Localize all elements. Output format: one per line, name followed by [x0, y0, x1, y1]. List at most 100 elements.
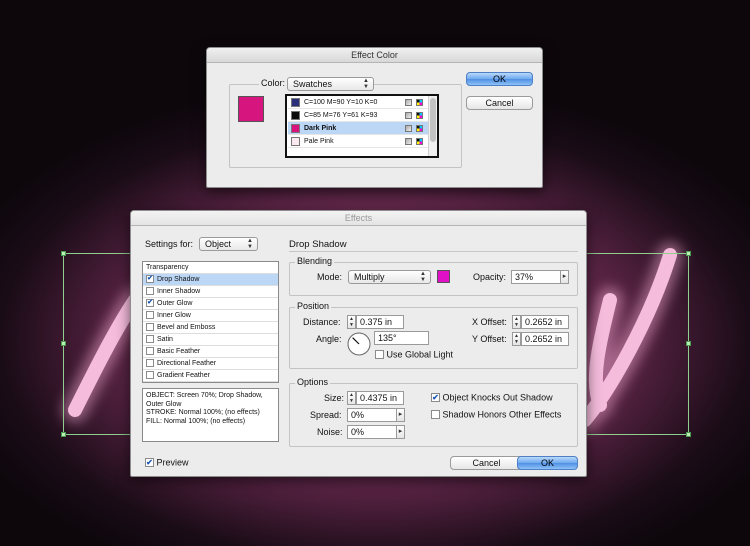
swatch-list-scrollbar[interactable]: [428, 96, 437, 156]
cmyk-mode-icon: [416, 125, 423, 132]
effect-check-icon[interactable]: [146, 347, 154, 356]
preview-check-icon: ✔: [145, 458, 154, 468]
distance-label: Distance:: [303, 317, 341, 327]
effects-list-item[interactable]: ✔ Outer Glow: [143, 298, 278, 310]
swatch-chip: [291, 98, 300, 107]
effect-label: Transparency: [146, 264, 189, 271]
knocks-out-label: Object Knocks Out Shadow: [442, 392, 553, 403]
swatch-name: C=85 M=76 Y=61 K=93: [304, 112, 378, 119]
honors-effects-label: Shadow Honors Other Effects: [442, 409, 562, 420]
effect-check-icon[interactable]: ✔: [146, 275, 154, 284]
color-label: Color:: [259, 78, 288, 88]
knocks-out-shadow-checkbox[interactable]: ✔ Object Knocks Out Shadow: [431, 392, 553, 403]
ok-button[interactable]: OK: [517, 456, 578, 470]
preview-checkbox[interactable]: ✔ Preview: [145, 457, 189, 468]
summary-line: OBJECT: Screen 70%; Drop Shadow,: [146, 392, 263, 399]
swatch-row[interactable]: Pale Pink: [288, 135, 428, 148]
shadow-color-swatch[interactable]: [437, 270, 450, 283]
y-offset-stepper-icon[interactable]: ▲ ▼: [512, 332, 521, 346]
distance-stepper-icon[interactable]: ▲ ▼: [347, 315, 356, 329]
swatch-name: Pale Pink: [304, 138, 334, 145]
swatch-row[interactable]: C=100 M=90 Y=10 K=0: [288, 96, 428, 109]
swatch-row[interactable]: Dark Pink: [288, 122, 428, 135]
angle-dial-icon[interactable]: [347, 332, 371, 356]
angle-label: Angle:: [316, 334, 342, 344]
section-title: Drop Shadow: [289, 239, 347, 250]
color-preview-swatch: [238, 96, 264, 122]
swatch-name: C=100 M=90 Y=10 K=0: [304, 99, 378, 106]
process-color-icon: [405, 99, 412, 106]
effects-list-item[interactable]: Gradient Feather: [143, 370, 278, 382]
noise-menu-arrow-icon[interactable]: ▸: [396, 425, 405, 439]
cmyk-mode-icon: [416, 99, 423, 106]
effects-list-item[interactable]: Basic Feather: [143, 346, 278, 358]
opacity-input[interactable]: 37%: [511, 270, 561, 284]
swatch-chip: [291, 111, 300, 120]
preview-label: Preview: [156, 457, 189, 468]
selection-handle[interactable]: [686, 432, 691, 437]
swatch-chip: [291, 124, 300, 133]
y-offset-input[interactable]: 0.2652 in: [521, 332, 569, 346]
scrollbar-thumb[interactable]: [430, 98, 436, 142]
dialog-title: Effect Color: [207, 48, 542, 63]
swatch-row[interactable]: C=85 M=76 Y=61 K=93: [288, 109, 428, 122]
effects-list-item[interactable]: Transparency: [143, 262, 278, 274]
effect-label: Drop Shadow: [157, 276, 200, 283]
cancel-button[interactable]: Cancel: [450, 456, 523, 470]
distance-input[interactable]: 0.375 in: [356, 315, 404, 329]
cmyk-mode-icon: [416, 138, 423, 145]
spread-menu-arrow-icon[interactable]: ▸: [396, 408, 405, 422]
selection-handle[interactable]: [686, 341, 691, 346]
updown-arrows-icon: ▲ ▼: [247, 238, 253, 250]
effects-list-item[interactable]: Satin: [143, 334, 278, 346]
settings-for-label: Settings for:: [145, 239, 194, 249]
dialog-title: Effects: [131, 211, 586, 226]
effects-list-item[interactable]: Inner Shadow: [143, 286, 278, 298]
cancel-button[interactable]: Cancel: [466, 96, 533, 110]
blend-mode-popup[interactable]: Multiply ▲ ▼: [348, 270, 431, 284]
effects-list-item[interactable]: Inner Glow: [143, 310, 278, 322]
use-global-light-checkbox[interactable]: Use Global Light: [375, 349, 453, 360]
size-stepper-icon[interactable]: ▲ ▼: [347, 391, 356, 405]
settings-for-popup[interactable]: Object ▲ ▼: [199, 237, 258, 251]
updown-arrows-icon: ▲ ▼: [420, 271, 426, 283]
selection-handle[interactable]: [61, 341, 66, 346]
selection-handle[interactable]: [61, 251, 66, 256]
mode-label: Mode:: [317, 272, 343, 282]
global-light-check-icon: [375, 350, 384, 360]
color-type-value: Swatches: [293, 79, 333, 89]
effects-list-item[interactable]: Directional Feather: [143, 358, 278, 370]
y-offset-label: Y Offset:: [472, 334, 507, 344]
effects-list[interactable]: Transparency ✔ Drop Shadow Inner Shadow ✔ Out…: [142, 261, 279, 383]
process-color-icon: [405, 125, 412, 132]
effect-check-icon[interactable]: [146, 311, 154, 320]
effect-check-icon[interactable]: [146, 335, 154, 344]
effect-check-icon[interactable]: [146, 371, 154, 380]
angle-input[interactable]: 135°: [374, 331, 429, 345]
effect-check-icon[interactable]: [146, 359, 154, 368]
cmyk-mode-icon: [416, 112, 423, 119]
effect-label: Inner Glow: [157, 312, 191, 319]
noise-input[interactable]: 0%: [347, 425, 397, 439]
color-type-popup[interactable]: Swatches ▲ ▼: [287, 77, 374, 91]
effect-check-icon[interactable]: ✔: [146, 299, 154, 308]
honors-effects-checkbox[interactable]: Shadow Honors Other Effects: [431, 409, 561, 420]
effects-list-item[interactable]: Bevel and Emboss: [143, 322, 278, 334]
size-input[interactable]: 0.4375 in: [356, 391, 404, 405]
position-title: Position: [295, 301, 332, 311]
effect-check-icon[interactable]: [146, 287, 154, 296]
selection-handle[interactable]: [686, 251, 691, 256]
swatch-list[interactable]: C=100 M=90 Y=10 K=0 C=85 M=76 Y=61 K=93 Da…: [285, 94, 439, 158]
x-offset-input[interactable]: 0.2652 in: [521, 315, 569, 329]
ok-button[interactable]: OK: [466, 72, 533, 86]
swatch-chip: [291, 137, 300, 146]
swatch-name: Dark Pink: [304, 125, 337, 132]
effects-dialog: Effects Settings for: Object ▲ ▼ Transpar…: [130, 210, 587, 477]
effect-check-icon[interactable]: [146, 323, 154, 332]
effects-list-item[interactable]: ✔ Drop Shadow: [143, 274, 278, 286]
effect-label: Outer Glow: [157, 300, 193, 307]
selection-handle[interactable]: [61, 432, 66, 437]
x-offset-stepper-icon[interactable]: ▲ ▼: [512, 315, 521, 329]
opacity-menu-arrow-icon[interactable]: ▸: [560, 270, 569, 284]
spread-input[interactable]: 0%: [347, 408, 397, 422]
